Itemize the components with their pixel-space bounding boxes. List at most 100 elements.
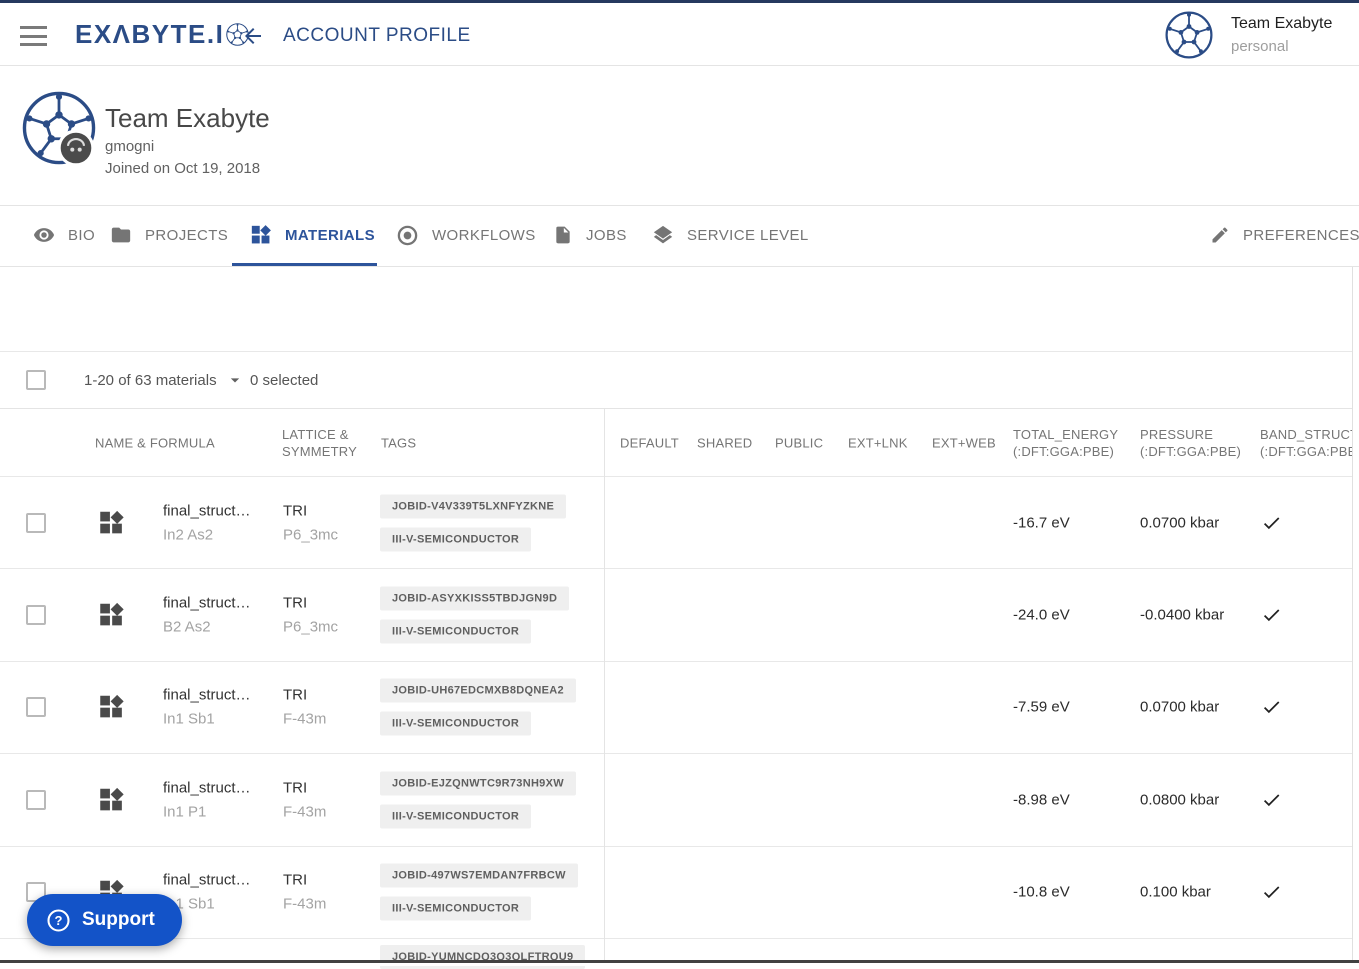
column-divider [604,409,605,960]
tab-label: BIO [68,226,96,244]
robot-badge-icon [57,129,95,167]
row-checkbox[interactable] [26,512,46,533]
symmetry-group: P6_3mc [283,526,339,544]
row-checkbox[interactable] [26,697,46,718]
tag-pill: III-V-SEMICONDUCTOR [380,896,532,921]
pagination-dropdown[interactable]: 1-20 of 63 materials [84,352,245,408]
table-row[interactable]: final_struct… In1 P1 TRI F-43m JOBID-EJZ… [0,754,1359,847]
material-formula: In1 Sb1 [163,710,215,728]
profile-header: Team Exabyte gmogni Joined on Oct 19, 20… [0,67,1359,206]
column-name-formula[interactable]: NAME & FORMULA [95,434,215,451]
tags-cell: JOBID-ASYXKISS5TBDJGN9D III-V-SEMICONDUCT… [380,586,570,644]
folder-icon [111,227,131,243]
band-structure-check-icon [1261,605,1282,626]
table-row[interactable]: final_struct… In2 As2 TRI P6_3mc JOBID-V… [0,477,1359,570]
right-gutter [1352,267,1359,966]
material-icon [98,509,125,536]
column-default[interactable]: DEFAULT [620,434,679,451]
profile-tabs: BIO PROJECTS MATERIALS WORKFLOWS JOBS SE… [0,206,1359,267]
tab-service-level[interactable]: SERVICE LEVEL [652,206,809,264]
pressure-value: 0.0700 kbar [1140,514,1220,532]
material-formula: In2 As2 [163,526,214,544]
help-icon: ? [47,908,70,932]
pressure-value: -0.0400 kbar [1140,606,1225,624]
page-title: ACCOUNT PROFILE [283,25,471,46]
row-checkbox[interactable] [26,789,46,810]
material-icon [98,602,125,629]
tab-label: JOBS [586,226,627,244]
tag-pill: III-V-SEMICONDUCTOR [380,804,532,829]
profile-username: gmogni [105,138,155,155]
tab-materials[interactable]: MATERIALS [250,206,375,264]
back-arrow-icon[interactable] [241,24,265,48]
tab-label: PROJECTS [145,226,229,244]
column-total-energy[interactable]: TOTAL_ENERGY (:DFT:GGA:PBE) [1013,426,1118,460]
lattice-type: TRI [283,502,308,520]
tab-label: SERVICE LEVEL [687,226,809,244]
tab-label: MATERIALS [285,226,375,244]
account-menu[interactable]: Team Exabyte personal [1231,16,1332,55]
profile-joined-date: Joined on Oct 19, 2018 [105,160,261,177]
tag-pill: JOBID-497WS7EMDAN7FRBCW [380,863,578,888]
profile-name: Team Exabyte [105,103,270,133]
table-row[interactable]: final_struct… In1 Sb1 TRI F-43m JOBID-UH… [0,661,1359,755]
list-toolbar: 1-20 of 63 materials 0 selected [0,352,1359,739]
workflow-icon [397,225,418,245]
tab-workflows[interactable]: WORKFLOWS [396,206,536,264]
tag-pill: III-V-SEMICONDUCTOR [380,619,532,644]
exabyte-logo[interactable]: EXΛBYTE.I [75,19,249,50]
table-header: NAME & FORMULA LATTICE & SYMMETRY TAGS DE… [0,409,1359,477]
tag-pill: III-V-SEMICONDUCTOR [380,527,532,552]
preferences-button[interactable]: PREFERENCES [1210,206,1359,264]
row-checkbox[interactable] [26,605,46,626]
symmetry-group: F-43m [283,895,327,913]
table-row[interactable]: final_struct… B2 As2 TRI P6_3mc JOBID-AS… [0,569,1359,662]
tab-bio[interactable]: BIO [33,206,95,264]
eye-icon [33,228,55,242]
symmetry-group: F-43m [283,803,327,821]
band-structure-check-icon [1261,697,1282,718]
pagination-range: 1-20 of 63 materials [84,371,217,389]
column-pressure[interactable]: PRESSURE (:DFT:GGA:PBE) [1140,426,1241,460]
tags-cell: JOBID-EJZQNWTC9R73NH9XW III-V-SEMICONDUCT… [380,771,576,829]
tab-label: PREFERENCES [1243,226,1359,244]
tab-jobs[interactable]: JOBS [553,206,627,264]
account-type: personal [1231,38,1289,55]
table-row[interactable]: final_struct… In1 Sb1 TRI F-43m JOBID-49… [0,846,1359,939]
support-label: Support [82,909,155,930]
svg-text:?: ? [55,913,63,928]
pressure-value: 0.100 kbar [1140,883,1211,901]
material-name[interactable]: final_struct… [163,502,278,519]
tags-cell: JOBID-497WS7EMDAN7FRBCW III-V-SEMICONDUCT… [380,863,578,921]
material-name[interactable]: final_struct… [163,595,278,612]
column-ext-web[interactable]: EXT+WEB [932,434,996,451]
materials-icon [250,224,272,246]
account-avatar[interactable] [1165,11,1213,59]
column-lattice-symmetry[interactable]: LATTICE & SYMMETRY [282,426,357,460]
material-name[interactable]: final_struct… [163,779,278,796]
material-name[interactable]: final_struct… [163,687,278,704]
material-icon [98,694,125,721]
material-name[interactable]: final_struct… [163,872,278,889]
active-tab-underline [232,263,377,266]
lattice-type: TRI [283,871,308,889]
column-shared[interactable]: SHARED [697,434,752,451]
symmetry-group: P6_3mc [283,618,339,636]
column-public[interactable]: PUBLIC [775,434,823,451]
tags-cell: JOBID-V4V339T5LXNFYZKNE III-V-SEMICONDUCT… [380,494,567,552]
symmetry-group: F-43m [283,710,327,728]
tab-label: WORKFLOWS [432,226,536,244]
column-band-structure[interactable]: BAND_STRUCTU (:DFT:GGA:PBE) [1260,426,1359,460]
column-tags[interactable]: TAGS [381,434,416,451]
column-ext-lnk[interactable]: EXT+LNK [848,434,908,451]
menu-icon[interactable] [20,26,47,46]
total-energy-value: -10.8 eV [1013,883,1070,901]
tags-cell: JOBID-UH67EDCMXB8DQNEA2 III-V-SEMICONDUCT… [380,678,576,736]
tab-projects[interactable]: PROJECTS [110,206,228,264]
support-button[interactable]: ? Support [27,894,182,946]
layers-icon [653,225,673,244]
material-icon [98,786,125,813]
lattice-type: TRI [283,779,308,797]
logo-text: EXΛBYTE.I [75,19,225,49]
select-all-checkbox[interactable] [26,370,46,390]
